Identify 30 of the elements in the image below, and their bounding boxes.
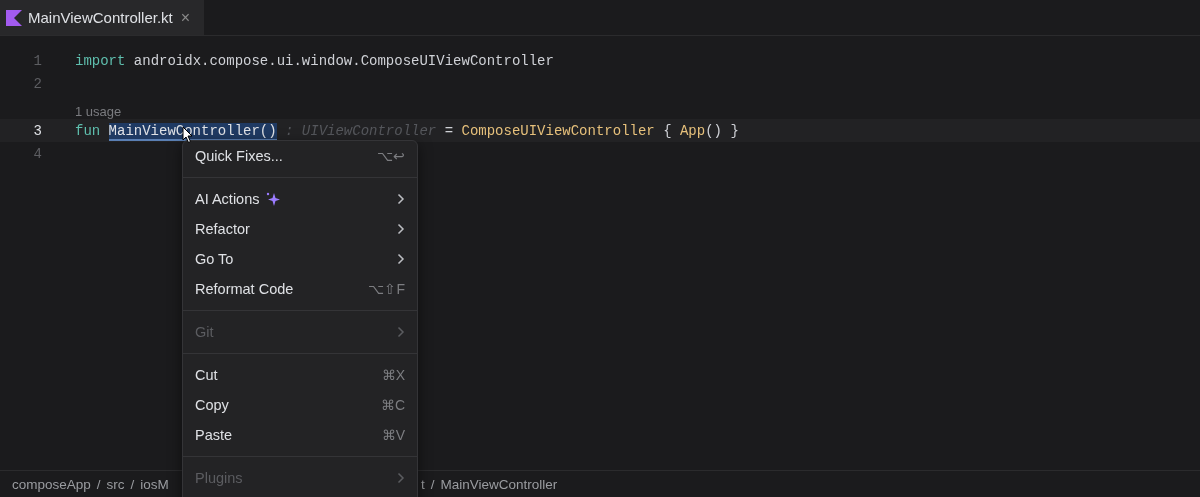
code-line: import androidx.compose.ui.window.ComposeUIViewController <box>75 52 554 69</box>
menu-item[interactable]: Copy ⌘C <box>195 390 405 420</box>
line-number: 3 <box>32 122 43 139</box>
submenu-item[interactable]: Go To <box>195 244 405 274</box>
chevron-right-icon <box>397 223 405 235</box>
path-separator: / <box>430 476 435 492</box>
file-tab[interactable]: MainViewController.kt × <box>0 0 205 35</box>
breadcrumb[interactable]: iosM <box>140 476 169 492</box>
chevron-right-icon <box>397 472 405 484</box>
chevron-right-icon <box>397 193 405 205</box>
breadcrumb[interactable]: composeApp <box>12 476 91 492</box>
submenu-item[interactable]: Refactor <box>195 214 405 244</box>
close-icon[interactable]: × <box>180 8 191 27</box>
usage-hint[interactable]: 1 usage <box>75 104 122 119</box>
menu-item[interactable]: Paste ⌘V <box>195 420 405 450</box>
line-number: 1 <box>32 52 43 69</box>
chevron-right-icon <box>397 253 405 265</box>
breadcrumb[interactable]: src <box>106 476 125 492</box>
line-number: 2 <box>32 75 43 92</box>
menu-item[interactable]: Cut ⌘X <box>195 360 405 390</box>
menu-item[interactable]: Reformat Code ⌥⇧F <box>195 274 405 304</box>
menu-item[interactable]: Quick Fixes... ⌥↩ <box>195 141 405 171</box>
submenu-item[interactable]: AI Actions <box>195 184 405 214</box>
line-number: 4 <box>32 145 43 162</box>
chevron-right-icon <box>397 326 405 338</box>
breadcrumb[interactable]: t <box>421 476 425 492</box>
path-separator: / <box>96 476 101 492</box>
path-separator: / <box>130 476 135 492</box>
kotlin-icon <box>6 9 22 26</box>
breadcrumb[interactable]: MainViewController <box>440 476 558 492</box>
